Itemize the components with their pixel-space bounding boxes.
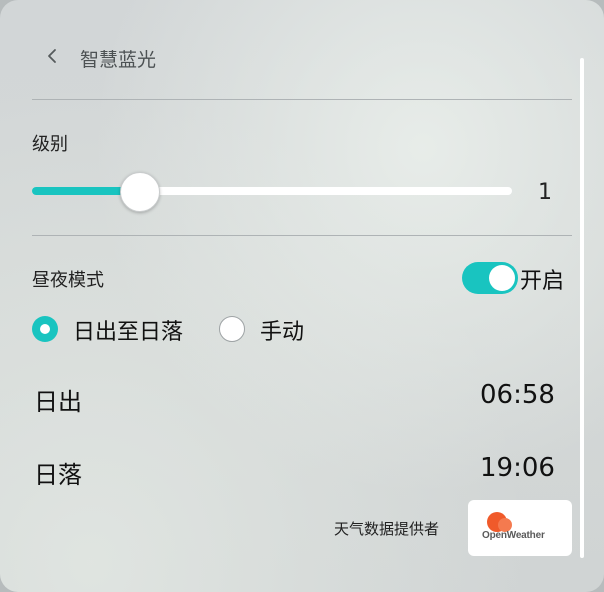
sunrise-time[interactable]: 06:58: [480, 380, 555, 410]
day-night-toggle[interactable]: [462, 262, 518, 294]
level-label: 级别: [32, 134, 68, 155]
level-slider-track[interactable]: [32, 187, 512, 195]
sunset-label: 日落: [34, 461, 82, 489]
divider: [32, 235, 572, 236]
page-title: 智慧蓝光: [80, 48, 157, 71]
radio-sunrise-to-sunset[interactable]: [32, 316, 58, 342]
header: 智慧蓝光: [32, 40, 156, 76]
level-slider-thumb[interactable]: [120, 172, 160, 212]
back-button[interactable]: [34, 40, 70, 76]
toggle-knob: [489, 265, 515, 291]
toggle-state-label: 开启: [520, 269, 565, 294]
divider: [32, 99, 572, 100]
level-value: 1: [538, 180, 552, 205]
radio-label-sunrise-to-sunset[interactable]: 日出至日落: [73, 314, 183, 346]
radio-manual[interactable]: [219, 316, 245, 342]
openweather-logo-text: OpenWeather: [482, 530, 545, 541]
scrollbar[interactable]: [580, 58, 584, 558]
sunrise-label: 日出: [34, 388, 82, 416]
openweather-logo-button[interactable]: OpenWeather: [468, 500, 572, 556]
day-night-mode-label: 昼夜模式: [32, 270, 104, 291]
sunset-time[interactable]: 19:06: [480, 453, 555, 483]
smart-blue-light-panel: 智慧蓝光 级别 1 昼夜模式 开启 日出至日落 手动 日出 06:58 日落 1…: [0, 0, 604, 592]
chevron-left-icon: [46, 48, 58, 68]
weather-provider-label: 天气数据提供者: [334, 520, 440, 538]
radio-label-manual[interactable]: 手动: [260, 314, 304, 346]
